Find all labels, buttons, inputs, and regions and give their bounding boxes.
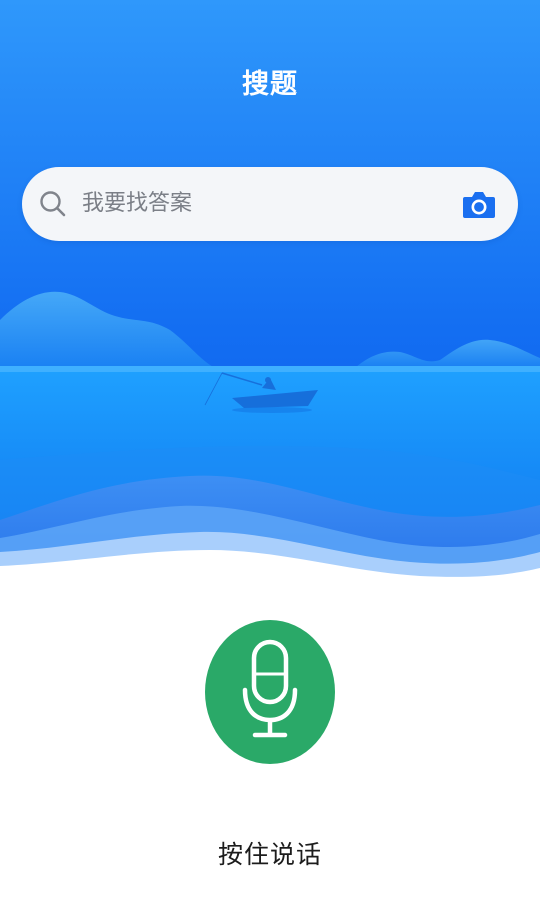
search-bar[interactable]: 我要找答案: [22, 167, 518, 241]
page-title: 搜题: [242, 69, 298, 100]
search-screen: 搜题 我要找答案 按住说话: [0, 0, 540, 897]
search-icon: [40, 191, 66, 217]
voice-input-button[interactable]: [205, 620, 335, 764]
microphone-icon: [242, 639, 298, 738]
hold-to-talk-label: 按住说话: [217, 840, 322, 869]
camera-icon[interactable]: [462, 189, 496, 219]
search-input[interactable]: 我要找答案: [82, 167, 192, 241]
